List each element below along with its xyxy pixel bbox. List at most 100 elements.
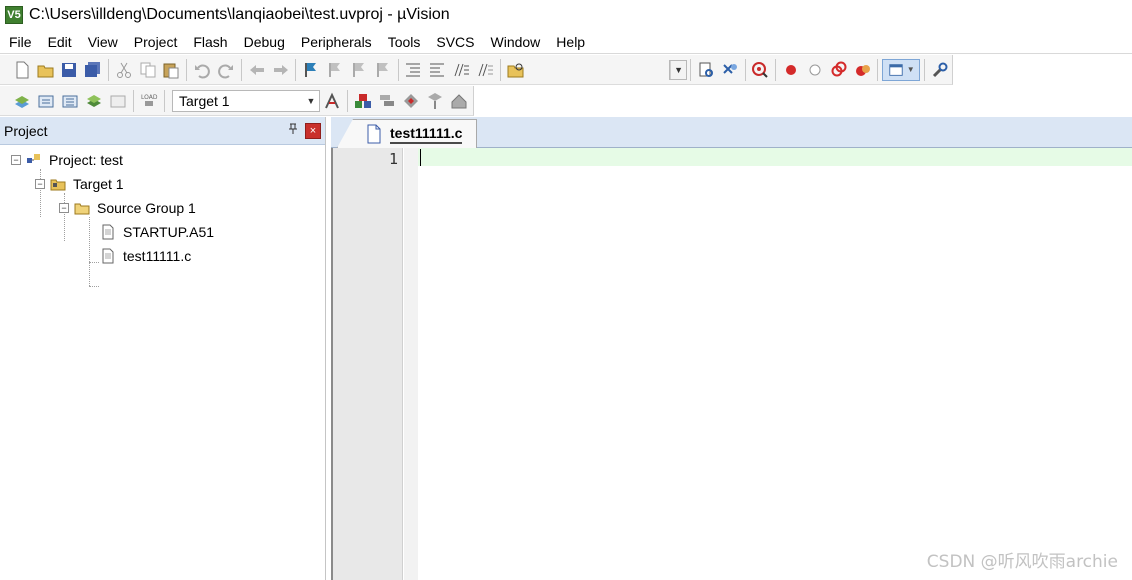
collapse-toggle[interactable]: − bbox=[11, 155, 21, 165]
menu-edit[interactable]: Edit bbox=[39, 34, 79, 50]
redo-icon[interactable] bbox=[215, 59, 237, 81]
toolbar-separator bbox=[347, 89, 348, 112]
toolbar-separator bbox=[744, 58, 746, 81]
find-icon[interactable] bbox=[695, 59, 717, 81]
tree-connector bbox=[89, 262, 99, 263]
fold-margin bbox=[404, 148, 418, 580]
tree-node-file[interactable]: test11111.c bbox=[99, 245, 191, 267]
copy-icon[interactable] bbox=[137, 59, 159, 81]
tree-node-project[interactable]: − Project: test bbox=[11, 149, 123, 171]
tree-node-file[interactable]: STARTUP.A51 bbox=[99, 221, 214, 243]
unindent-icon[interactable] bbox=[426, 59, 448, 81]
toolbar-separator bbox=[186, 58, 188, 81]
pack-installer-icon[interactable] bbox=[424, 90, 446, 112]
pin-icon[interactable] bbox=[287, 123, 299, 138]
tab-label: test11111.c bbox=[390, 125, 463, 144]
nav-back-icon[interactable] bbox=[246, 59, 268, 81]
uvision-logo-icon: V5 bbox=[5, 6, 23, 24]
find-dropdown[interactable]: ▼ bbox=[669, 59, 688, 80]
project-tree: − Project: test − Target 1 − Source Grou… bbox=[0, 145, 325, 287]
manage-rte-icon[interactable] bbox=[400, 90, 422, 112]
nav-forward-icon[interactable] bbox=[270, 59, 292, 81]
tree-node-group[interactable]: − Source Group 1 bbox=[59, 197, 196, 219]
project-panel-title: Project bbox=[4, 122, 48, 139]
bookmark-icon[interactable] bbox=[300, 59, 322, 81]
incremental-find-icon[interactable] bbox=[719, 59, 741, 81]
project-panel: Project × − Project: test − Target 1 − S… bbox=[0, 117, 326, 580]
chevron-down-icon: ▼ bbox=[306, 95, 316, 106]
uvision-window: V5 C:\Users\illdeng\Documents\lanqiaobei… bbox=[0, 0, 1132, 580]
watermark: CSDN @听风吹雨archie bbox=[926, 552, 1118, 572]
window-title: C:\Users\illdeng\Documents\lanqiaobei\te… bbox=[29, 6, 450, 23]
toolbar-separator bbox=[397, 58, 399, 81]
paste-icon[interactable] bbox=[161, 59, 183, 81]
tree-label-file: STARTUP.A51 bbox=[123, 224, 215, 240]
tree-label-group: Source Group 1 bbox=[97, 200, 196, 216]
next-bookmark-icon[interactable] bbox=[348, 59, 370, 81]
build-icon[interactable] bbox=[35, 90, 57, 112]
line-number: 1 bbox=[388, 150, 398, 168]
translate-icon[interactable] bbox=[11, 90, 33, 112]
open-file-icon[interactable] bbox=[35, 59, 57, 81]
target-options-icon[interactable] bbox=[321, 90, 343, 112]
folder-open-icon bbox=[73, 199, 91, 217]
target-select[interactable]: Target 1 ▼ bbox=[172, 89, 320, 112]
file-icon bbox=[99, 223, 117, 241]
batch-build-icon[interactable] bbox=[83, 90, 105, 112]
file-toolbar: ▼ ▼ bbox=[0, 55, 953, 85]
menu-peripherals[interactable]: Peripherals bbox=[292, 34, 379, 50]
build-toolbar: LOAD Target 1 ▼ bbox=[0, 86, 474, 116]
breakpoint-icon[interactable] bbox=[780, 59, 802, 81]
undo-icon[interactable] bbox=[191, 59, 213, 81]
save-all-icon[interactable] bbox=[82, 59, 104, 81]
toolbar-separator bbox=[133, 89, 134, 112]
manage-project-icon[interactable] bbox=[352, 90, 374, 112]
menu-window[interactable]: Window bbox=[482, 34, 548, 50]
event-recorder-icon[interactable] bbox=[448, 90, 470, 112]
menu-svcs[interactable]: SVCS bbox=[427, 34, 481, 50]
stop-build-icon[interactable] bbox=[107, 90, 129, 112]
tree-node-target[interactable]: − Target 1 bbox=[35, 173, 124, 195]
code-editor[interactable]: 1 bbox=[331, 148, 1132, 580]
comment-icon[interactable] bbox=[450, 59, 472, 81]
select-packs-icon[interactable] bbox=[376, 90, 398, 112]
menu-view[interactable]: View bbox=[79, 34, 125, 50]
clear-bookmarks-icon[interactable] bbox=[372, 59, 394, 81]
debug-session-icon[interactable] bbox=[750, 59, 772, 81]
new-file-icon[interactable] bbox=[11, 59, 33, 81]
menu-help[interactable]: Help bbox=[547, 34, 592, 50]
tree-label-project: Project: test bbox=[49, 152, 123, 168]
text-caret bbox=[420, 149, 421, 166]
menu-debug[interactable]: Debug bbox=[235, 34, 292, 50]
toolbar-separator bbox=[690, 58, 692, 81]
window-layout-icon[interactable]: ▼ bbox=[882, 58, 921, 81]
editor-tab-strip: test11111.c bbox=[331, 117, 1132, 148]
kill-breakpoints-icon[interactable] bbox=[828, 59, 850, 81]
cut-icon[interactable] bbox=[113, 59, 135, 81]
collapse-toggle[interactable]: − bbox=[35, 179, 45, 189]
rebuild-icon[interactable] bbox=[59, 90, 81, 112]
menu-flash[interactable]: Flash bbox=[184, 34, 234, 50]
indent-icon[interactable] bbox=[403, 59, 425, 81]
project-panel-header: Project × bbox=[0, 117, 325, 145]
save-icon[interactable] bbox=[58, 59, 80, 81]
menu-bar: File Edit View Project Flash Debug Perip… bbox=[0, 30, 1132, 54]
menu-file[interactable]: File bbox=[0, 34, 39, 50]
configure-icon[interactable] bbox=[929, 59, 951, 81]
prev-bookmark-icon[interactable] bbox=[324, 59, 346, 81]
chevron-down-icon: ▼ bbox=[670, 60, 687, 79]
tab-test11111-c[interactable]: test11111.c bbox=[337, 119, 477, 148]
disable-breakpoint-icon[interactable] bbox=[804, 59, 826, 81]
uncomment-icon[interactable] bbox=[474, 59, 496, 81]
svg-text:LOAD: LOAD bbox=[141, 94, 158, 101]
menu-tools[interactable]: Tools bbox=[379, 34, 428, 50]
kill-all-breakpoints-icon[interactable] bbox=[852, 59, 874, 81]
toolbar-separator bbox=[164, 89, 165, 112]
title-bar: V5 C:\Users\illdeng\Documents\lanqiaobei… bbox=[0, 0, 1132, 30]
close-panel-button[interactable]: × bbox=[305, 122, 321, 139]
download-icon[interactable]: LOAD bbox=[138, 90, 160, 112]
menu-project[interactable]: Project bbox=[125, 34, 185, 50]
collapse-toggle[interactable]: − bbox=[59, 203, 69, 213]
find-in-files-icon[interactable] bbox=[505, 59, 527, 81]
toolbar-separator bbox=[295, 58, 297, 81]
